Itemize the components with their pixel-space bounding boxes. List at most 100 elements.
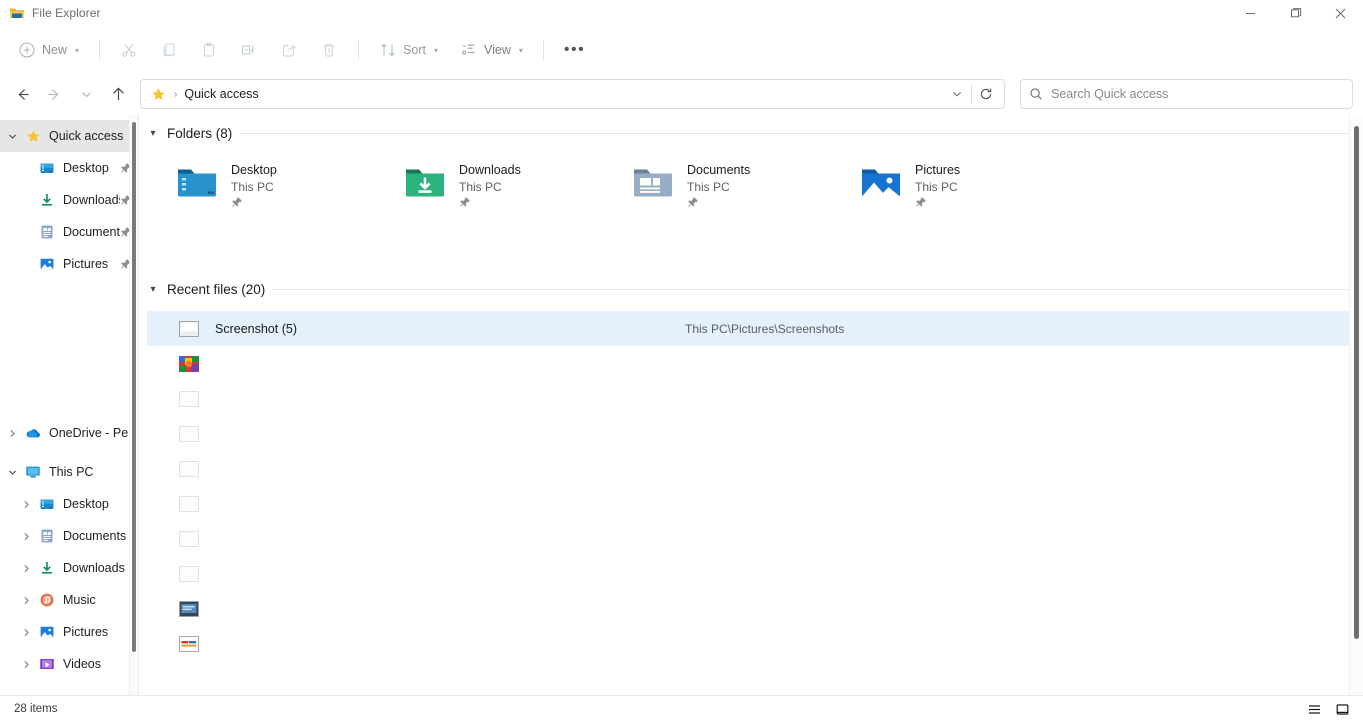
chevron-down-icon[interactable] [0, 468, 24, 477]
table-row[interactable] [147, 591, 1349, 626]
table-row[interactable]: Screenshot (5)This PC\Pictures\Screensho… [147, 311, 1349, 346]
sidebar-item-desktop[interactable]: Desktop [0, 488, 138, 520]
sidebar-scrollbar-thumb[interactable] [132, 122, 136, 652]
folders-grid: DesktopThis PC DownloadsThis PC DocumentsT… [139, 141, 1363, 212]
maximize-button[interactable] [1273, 0, 1318, 26]
chevron-right-icon[interactable] [14, 660, 38, 669]
table-row[interactable] [147, 556, 1349, 591]
downloads-folder-icon [403, 159, 447, 203]
share-button[interactable] [270, 34, 308, 66]
forward-button[interactable] [38, 78, 70, 110]
command-bar: New ▾ [0, 26, 1363, 74]
ellipsis-icon: ••• [564, 42, 585, 58]
toolbar-divider [99, 40, 100, 60]
chevron-right-icon[interactable] [14, 532, 38, 541]
sidebar-scrollbar-track[interactable] [129, 114, 138, 695]
desktop-folder-icon [38, 496, 56, 512]
title-bar: File Explorer [0, 0, 1363, 26]
sidebar-item-documents[interactable]: Documents [0, 216, 138, 248]
address-bar[interactable]: › Quick access [140, 79, 1005, 109]
plus-circle-icon [18, 41, 36, 59]
downloads-icon [38, 560, 56, 576]
new-button[interactable]: New ▾ [10, 34, 89, 66]
sidebar-item-downloads[interactable]: Downloads [0, 184, 138, 216]
sidebar-item-pictures[interactable]: Pictures [0, 616, 138, 648]
downloads-icon [38, 192, 56, 208]
copy-icon [160, 41, 178, 59]
folder-tile-meta: DesktopThis PC [231, 159, 277, 208]
sidebar-item-label: Desktop [63, 497, 109, 511]
recent-locations-button[interactable] [70, 78, 102, 110]
view-button-label: View [484, 43, 511, 57]
view-button[interactable]: View ▾ [450, 34, 533, 66]
up-button[interactable] [102, 78, 134, 110]
refresh-button[interactable] [972, 81, 1000, 107]
blank-thumb-icon [179, 459, 201, 479]
sidebar-item-documents[interactable]: Documents [0, 520, 138, 552]
folder-tile-subtitle: This PC [459, 179, 521, 195]
folder-tile-desktop[interactable]: DesktopThis PC [169, 155, 397, 212]
dark-thumb-icon [179, 599, 201, 619]
content-scrollbar-track[interactable] [1349, 114, 1363, 695]
screenshot-thumb-icon [179, 319, 201, 339]
title-bar-left: File Explorer [0, 5, 101, 21]
back-button[interactable] [6, 78, 38, 110]
content-scrollbar-thumb[interactable] [1354, 126, 1359, 639]
recent-files-group-header[interactable]: ▾ Recent files (20) [139, 282, 1363, 297]
sort-button[interactable]: Sort ▾ [369, 34, 448, 66]
breadcrumb[interactable]: Quick access [184, 87, 258, 101]
sidebar-item-onedrive-perso[interactable]: OneDrive - Perso [0, 417, 138, 449]
folder-tile-subtitle: This PC [687, 179, 750, 195]
sidebar-item-quick-access[interactable]: Quick access [0, 120, 138, 152]
sidebar-item-videos[interactable]: Videos [0, 648, 138, 680]
recent-files-group-title: Recent files (20) [167, 282, 265, 297]
chevron-right-icon[interactable] [14, 564, 38, 573]
close-button[interactable] [1318, 0, 1363, 26]
folder-tile-meta: DownloadsThis PC [459, 159, 521, 208]
sidebar-item-label: Videos [63, 657, 101, 671]
table-row[interactable] [147, 381, 1349, 416]
sidebar-item-music[interactable]: Music [0, 584, 138, 616]
rename-button[interactable] [230, 34, 268, 66]
table-row[interactable] [147, 486, 1349, 521]
chevron-right-icon[interactable] [14, 628, 38, 637]
file-path-cell: This PC\Pictures\Screenshots [685, 322, 844, 336]
sidebar-item-label: Quick access [49, 129, 123, 143]
table-row[interactable] [147, 521, 1349, 556]
chevron-right-icon[interactable] [14, 596, 38, 605]
table-row[interactable] [147, 346, 1349, 381]
chevron-down-icon[interactable]: ▾ [147, 128, 159, 139]
chevron-right-icon[interactable] [14, 500, 38, 509]
more-options-button[interactable]: ••• [554, 34, 595, 66]
sidebar-item-label: Downloads [63, 193, 120, 207]
pictures-folder-icon [38, 624, 56, 640]
desktop-folder-icon [175, 159, 219, 203]
sidebar-item-pictures[interactable]: Pictures [0, 248, 138, 280]
table-row[interactable] [147, 416, 1349, 451]
folders-group-header[interactable]: ▾ Folders (8) [139, 126, 1363, 141]
sidebar-item-downloads[interactable]: Downloads [0, 552, 138, 584]
chevron-down-icon[interactable]: ▾ [147, 284, 159, 295]
minimize-button[interactable] [1228, 0, 1273, 26]
copy-button[interactable] [150, 34, 188, 66]
folder-tile-pictures[interactable]: PicturesThis PC [853, 155, 1081, 212]
folder-tile-downloads[interactable]: DownloadsThis PC [397, 155, 625, 212]
search-input[interactable] [1051, 87, 1344, 101]
pin-icon [459, 196, 521, 208]
paste-button[interactable] [190, 34, 228, 66]
folder-tile-documents[interactable]: DocumentsThis PC [625, 155, 853, 212]
sidebar-item-this-pc[interactable]: This PC [0, 456, 138, 488]
view-list-icon [460, 41, 478, 59]
table-row[interactable] [147, 451, 1349, 486]
chevron-down-icon[interactable] [0, 132, 24, 141]
large-icons-view-button[interactable] [1329, 698, 1355, 720]
file-explorer-window: File Explorer [0, 0, 1363, 722]
chevron-right-icon[interactable] [0, 429, 24, 438]
cut-button[interactable] [110, 34, 148, 66]
delete-button[interactable] [310, 34, 348, 66]
table-row[interactable] [147, 626, 1349, 661]
address-dropdown-button[interactable] [943, 81, 971, 107]
sidebar-item-desktop[interactable]: Desktop [0, 152, 138, 184]
details-view-button[interactable] [1301, 698, 1327, 720]
search-box[interactable] [1020, 79, 1353, 109]
